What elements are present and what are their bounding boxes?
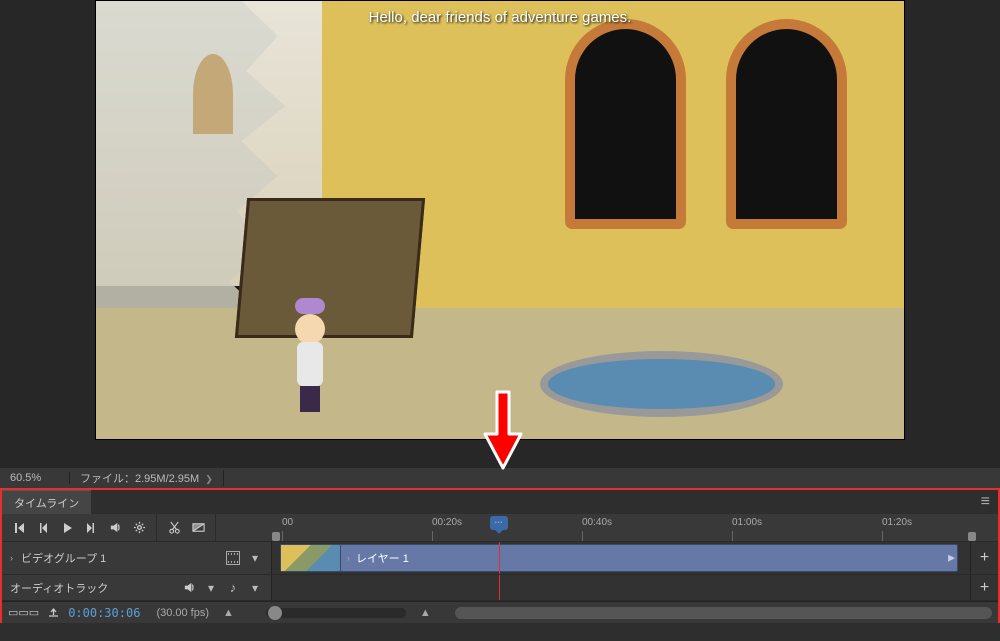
export-icon[interactable]	[47, 605, 60, 621]
work-area-end-handle[interactable]	[968, 532, 976, 541]
render-icon[interactable]: ▭▭▭	[8, 606, 39, 619]
clip-thumbnail	[281, 545, 341, 571]
track-name: オーディオトラック	[10, 580, 108, 596]
track-menu-icon[interactable]: ▾	[247, 550, 263, 566]
ruler-tick: 00:40s	[582, 517, 612, 528]
file-size[interactable]: ファイル：2.95M/2.95M❯	[70, 470, 224, 486]
time-ruler[interactable]: 00 00:20s 00:40s 01:00s 01:20s •••	[272, 514, 978, 542]
clip-handle-icon[interactable]: ▶	[948, 553, 955, 564]
track-name: ビデオグループ 1	[21, 550, 106, 566]
filmstrip-icon[interactable]	[225, 550, 241, 566]
playhead-line	[499, 575, 500, 600]
panel-menu-icon[interactable]: ≡	[981, 493, 990, 511]
timeline-tools	[157, 514, 216, 541]
video-clip[interactable]: › レイヤー 1 ▶	[280, 544, 958, 572]
expand-icon[interactable]: ›	[10, 553, 13, 563]
zoom-in-icon[interactable]: ▲	[420, 607, 431, 619]
audio-track: オーディオトラック ▾ ♪ ▾ +	[2, 575, 998, 601]
split-clip-button[interactable]	[163, 517, 185, 539]
playhead[interactable]: •••	[490, 516, 508, 530]
next-frame-button[interactable]	[80, 517, 102, 539]
work-area-start-handle[interactable]	[272, 532, 280, 541]
chevron-right-icon: ❯	[205, 474, 213, 484]
add-track-button[interactable]: +	[970, 575, 998, 600]
transition-button[interactable]	[187, 517, 209, 539]
zoom-out-icon[interactable]: ▲	[223, 607, 234, 619]
goto-start-button[interactable]	[8, 517, 30, 539]
fps-display[interactable]: (30.00 fps)	[156, 607, 209, 619]
playhead-line	[499, 542, 500, 574]
settings-button[interactable]	[128, 517, 150, 539]
chevron-right-icon: ›	[347, 553, 350, 563]
zoom-level[interactable]: 60.5%	[0, 472, 70, 484]
scrollbar-thumb[interactable]	[455, 607, 992, 619]
track-lane[interactable]: › レイヤー 1 ▶	[272, 542, 970, 574]
clip-name: レイヤー 1	[356, 550, 409, 566]
mute-button[interactable]	[104, 517, 126, 539]
add-track-button[interactable]: +	[970, 542, 998, 574]
zoom-slider[interactable]	[266, 608, 406, 618]
track-menu-icon[interactable]: ▾	[203, 580, 219, 596]
ruler-tick: 00:20s	[432, 517, 462, 528]
tab-timeline[interactable]: タイムライン	[2, 490, 91, 515]
ruler-tick: 01:00s	[732, 517, 762, 528]
speaker-icon[interactable]	[181, 580, 197, 596]
transport-controls	[2, 514, 157, 541]
current-timecode[interactable]: 0:00:30:06	[68, 606, 140, 620]
track-header[interactable]: › ビデオグループ 1 ▾	[2, 542, 272, 574]
video-canvas[interactable]: Hello, dear friends of adventure games.	[95, 0, 905, 440]
prev-frame-button[interactable]	[32, 517, 54, 539]
track-header[interactable]: オーディオトラック ▾ ♪ ▾	[2, 575, 272, 600]
timeline-footer: ▭▭▭ 0:00:30:06 (30.00 fps) ▲ ▲	[2, 601, 998, 623]
panel-tab-bar: タイムライン ≡	[2, 490, 998, 514]
track-menu-icon[interactable]: ▾	[247, 580, 263, 596]
timeline-panel: タイムライン ≡ 00 00:20s 00:40s 01:00s 01:20s …	[0, 488, 1000, 623]
music-note-icon[interactable]: ♪	[225, 580, 241, 596]
horizontal-scrollbar[interactable]	[455, 607, 992, 619]
ruler-tick: 00	[282, 517, 293, 528]
timeline-controls-row: 00 00:20s 00:40s 01:00s 01:20s •••	[2, 514, 998, 542]
document-info-bar: 60.5% ファイル：2.95M/2.95M❯	[0, 468, 1000, 488]
video-subtitle: Hello, dear friends of adventure games.	[96, 9, 904, 26]
annotation-arrow-icon	[483, 390, 523, 470]
video-group-track: › ビデオグループ 1 ▾ › レイヤー 1 ▶ +	[2, 542, 998, 575]
ruler-tick: 01:20s	[882, 517, 912, 528]
play-button[interactable]	[56, 517, 78, 539]
track-lane[interactable]	[272, 575, 970, 600]
zoom-thumb[interactable]	[268, 606, 282, 620]
